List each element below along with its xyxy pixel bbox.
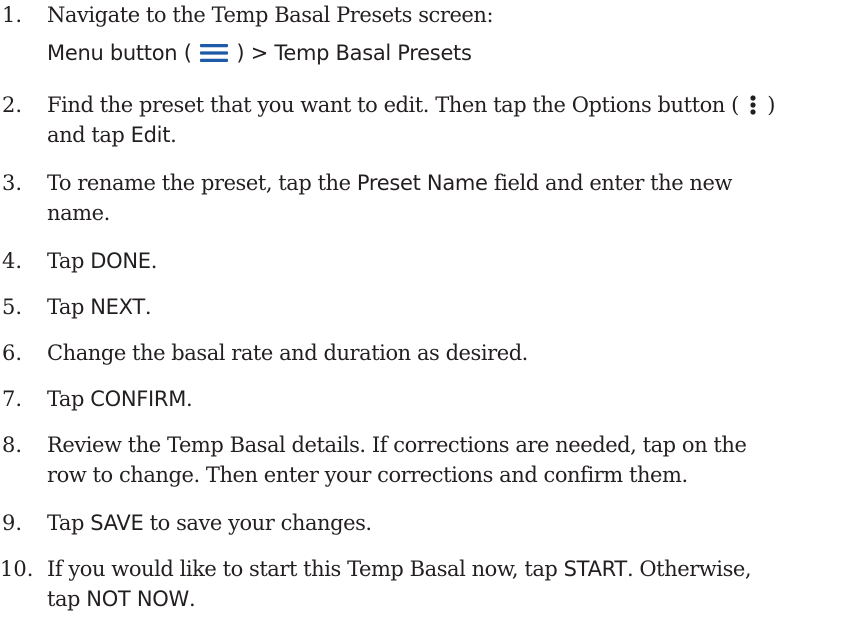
- step-number: 9.: [2, 511, 23, 535]
- menu-icon: [200, 43, 228, 63]
- punctuation: .: [188, 587, 196, 611]
- step-number: 8.: [2, 433, 23, 457]
- step-text-line-1: To rename the preset, tap the Preset Nam…: [47, 168, 847, 198]
- ui-label-confirm: CONFIRM: [90, 387, 187, 411]
- open-paren: (: [183, 41, 192, 65]
- ui-label-edit: Edit: [130, 123, 171, 147]
- step-number: 4.: [2, 249, 23, 273]
- step-number: 6.: [2, 341, 23, 365]
- step-text-prefix: Tap: [47, 295, 84, 319]
- close-paren: ): [236, 41, 245, 65]
- ui-label-save: SAVE: [90, 511, 144, 535]
- step-text-prefix: Tap: [47, 387, 84, 411]
- step-body: Tap CONFIRM.: [47, 384, 847, 414]
- step-text-prefix: Tap: [47, 511, 84, 535]
- step-text-line-2: row to change. Then enter your correctio…: [47, 463, 688, 487]
- step-number: 10.: [0, 557, 34, 581]
- step-text-line-1: Find the preset that you want to edit. T…: [47, 90, 847, 120]
- step-text-line-1: Review the Temp Basal details. If correc…: [47, 433, 747, 457]
- step-body: To rename the preset, tap the Preset Nam…: [47, 168, 847, 228]
- step-text: Change the basal rate and duration as de…: [47, 341, 528, 365]
- step-body: Change the basal rate and duration as de…: [47, 338, 847, 368]
- menu-button-label: Menu button: [47, 41, 178, 65]
- step-number: 7.: [2, 387, 23, 411]
- ui-label-not-now: NOT NOW: [86, 587, 189, 611]
- step-text-line-1: If you would like to start this Temp Bas…: [47, 554, 847, 584]
- ui-label-done: DONE: [90, 249, 151, 273]
- step-text: Tap NEXT.: [47, 292, 847, 322]
- step-text: Navigate to the Temp Basal Presets scree…: [47, 3, 494, 27]
- step-number: 2.: [2, 93, 23, 117]
- step-text: and tap: [47, 123, 125, 147]
- close-paren: ): [767, 93, 776, 117]
- step-text-suffix: to save your changes.: [149, 511, 372, 535]
- step-text: If you would like to start this Temp Bas…: [47, 557, 558, 581]
- step-number: 3.: [2, 171, 23, 195]
- options-dots-icon: [748, 94, 758, 116]
- ui-label-preset-name: Preset Name: [356, 171, 488, 195]
- step-body: Find the preset that you want to edit. T…: [47, 90, 847, 150]
- step-number: 1.: [2, 3, 23, 27]
- step-text: tap: [47, 587, 81, 611]
- step-text-prefix: Tap: [47, 249, 84, 273]
- step-text: Find the preset that you want to edit. T…: [47, 93, 739, 117]
- step-text: field and enter the new: [493, 171, 733, 195]
- path-separator: >: [250, 41, 269, 65]
- step-body: Review the Temp Basal details. If correc…: [47, 430, 847, 490]
- step-body: Tap DONE.: [47, 246, 847, 276]
- step-text: Tap DONE.: [47, 246, 847, 276]
- navigation-path: Menu button ( ) > Temp Basal Presets: [47, 38, 847, 68]
- path-target: Temp Basal Presets: [274, 41, 472, 65]
- step-number: 5.: [2, 295, 23, 319]
- punctuation: .: [150, 249, 158, 273]
- step-text: Tap CONFIRM.: [47, 384, 847, 414]
- step-body: Tap SAVE to save your changes.: [47, 508, 847, 538]
- step-body: If you would like to start this Temp Bas…: [47, 554, 847, 614]
- instructions-page: 1. Navigate to the Temp Basal Presets sc…: [0, 0, 861, 626]
- step-text: Tap SAVE to save your changes.: [47, 508, 847, 538]
- step-text: To rename the preset, tap the: [47, 171, 351, 195]
- step-body: Tap NEXT.: [47, 292, 847, 322]
- ui-label-next: NEXT: [90, 295, 145, 319]
- step-text-line-2: name.: [47, 201, 110, 225]
- step-body: Navigate to the Temp Basal Presets scree…: [47, 0, 847, 68]
- step-text: . Otherwise,: [626, 557, 752, 581]
- punctuation: .: [170, 123, 177, 147]
- step-text-line-2: and tap Edit.: [47, 120, 847, 150]
- step-text-line-2: tap NOT NOW.: [47, 584, 847, 614]
- punctuation: .: [144, 295, 152, 319]
- ui-label-start: START: [563, 557, 628, 581]
- punctuation: .: [186, 387, 193, 411]
